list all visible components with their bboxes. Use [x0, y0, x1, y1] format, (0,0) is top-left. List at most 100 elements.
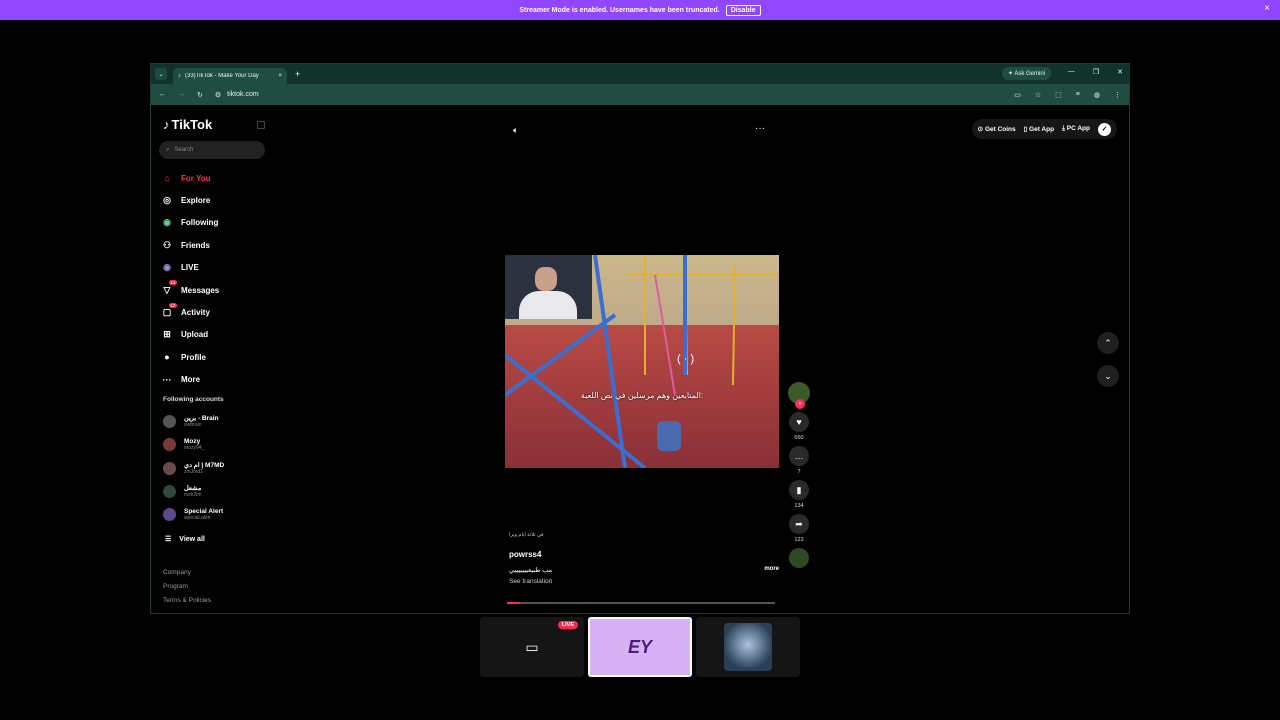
- collapse-sidebar-icon[interactable]: [257, 121, 265, 129]
- banner-close-icon[interactable]: ×: [1264, 3, 1270, 14]
- pc-app-label: PC App: [1066, 125, 1090, 132]
- comment-action[interactable]: … 7: [785, 446, 813, 475]
- selected-thumbnail[interactable]: EY: [588, 617, 692, 677]
- nav-item-activity[interactable]: ▢ 17 Activity: [161, 301, 271, 323]
- account-item[interactable]: مشعل msh2lm: [163, 480, 273, 503]
- forward-icon[interactable]: →: [178, 91, 185, 98]
- more-icon: ···: [162, 374, 172, 385]
- tab-close-icon[interactable]: ×: [278, 73, 282, 79]
- minimize-icon[interactable]: —: [1068, 68, 1075, 76]
- heart-icon[interactable]: ♥: [789, 412, 809, 432]
- see-translation-link[interactable]: See translation: [509, 578, 779, 585]
- comment-icon[interactable]: …: [789, 446, 809, 466]
- nav-item-for-you[interactable]: ⌂ For You: [161, 167, 271, 189]
- next-video-icon[interactable]: ⌄: [1097, 365, 1119, 387]
- video-small-text: في ثلاثة ايام وبرا: [509, 532, 544, 538]
- more-options-icon[interactable]: ···: [755, 123, 765, 134]
- back-icon[interactable]: ←: [159, 91, 166, 98]
- install-app-icon[interactable]: ▭: [1014, 91, 1021, 99]
- get-app-button[interactable]: ▯ Get App: [1024, 125, 1054, 133]
- comment-count: 7: [797, 469, 801, 475]
- sidebar: ♪ TikTok ⌕ Search ⌂ For You ◎ Explore ◉ Fol…: [151, 105, 273, 613]
- nav-item-following[interactable]: ◉ Following: [161, 212, 271, 234]
- account-item[interactable]: Mozy mozy94_: [163, 433, 273, 456]
- get-coins-button[interactable]: ⊙ Get Coins: [978, 125, 1016, 133]
- activity-badge: 17: [168, 302, 177, 308]
- previous-video-icon[interactable]: ⌃: [1097, 332, 1119, 354]
- video-info: في ثلاثة ايام وبرا powrss4 مب طبيعيييييي…: [509, 532, 779, 585]
- account-item[interactable]: Special Alert special.alert: [163, 503, 273, 526]
- more-link[interactable]: more: [764, 566, 779, 574]
- account-name: مشعل: [184, 485, 202, 493]
- follow-plus-icon[interactable]: +: [795, 399, 805, 409]
- window-close-icon[interactable]: ✕: [1117, 68, 1123, 76]
- bottom-thumbnails: ▭ LIVE EY: [480, 617, 800, 677]
- search-input[interactable]: ⌕ Search: [159, 141, 265, 159]
- nav-item-profile[interactable]: ● Profile: [161, 346, 271, 368]
- account-username: owbrain: [184, 422, 202, 429]
- nav-item-messages[interactable]: ▽ 14 Messages: [161, 279, 271, 301]
- media-icon[interactable]: ≡: [1076, 91, 1080, 99]
- restore-icon[interactable]: ❐: [1093, 68, 1099, 76]
- footer-link-terms[interactable]: Terms & Policies: [163, 594, 211, 608]
- save-action[interactable]: ▮ 134: [785, 480, 813, 509]
- nav-item-upload[interactable]: ⊞ Upload: [161, 324, 271, 346]
- following-accounts-list: برين - Brain owbrain Mozy mozy94_ ام دي | …: [163, 410, 273, 526]
- nav-item-friends[interactable]: ⚇ Friends: [161, 234, 271, 256]
- address-bar[interactable]: ⚙ tiktok.com: [215, 91, 259, 99]
- friends-icon: ⚇: [162, 239, 172, 250]
- live-thumbnail[interactable]: ▭ LIVE: [480, 617, 584, 677]
- footer-link-company[interactable]: Company: [163, 566, 211, 580]
- nav-label: LIVE: [181, 263, 199, 273]
- player-hand: [657, 421, 681, 451]
- creator-avatar[interactable]: +: [788, 382, 810, 409]
- like-action[interactable]: ♥ 660: [785, 412, 813, 441]
- ask-gemini-button[interactable]: ✦ Ask Gemini: [1001, 67, 1051, 80]
- video-description: مب طبيعيييييييي: [509, 567, 553, 574]
- sidebar-footer: Company Program Terms & Policies: [163, 566, 211, 608]
- reload-icon[interactable]: ↻: [197, 91, 203, 99]
- volume-icon[interactable]: 🔈︎: [513, 125, 518, 136]
- artwork-thumbnail[interactable]: [696, 617, 800, 677]
- messages-badge: 14: [168, 280, 177, 286]
- view-all-label: View all: [179, 535, 205, 543]
- nav-item-explore[interactable]: ◎ Explore: [161, 189, 271, 211]
- profile-avatar-icon[interactable]: ◍: [1094, 91, 1100, 99]
- live-icon: ◉: [163, 262, 171, 273]
- bookmark-icon[interactable]: ▮: [789, 480, 809, 500]
- account-username: special.alert: [184, 515, 211, 522]
- account-item[interactable]: برين - Brain owbrain: [163, 410, 273, 433]
- video-username[interactable]: powrss4: [509, 550, 779, 559]
- home-icon: ⌂: [164, 173, 170, 184]
- share-action[interactable]: ➦ 123: [785, 514, 813, 543]
- video-progress-bar[interactable]: [507, 602, 775, 604]
- browser-menu-icon[interactable]: ⋮: [1114, 91, 1121, 99]
- nav-item-live[interactable]: ◉ LIVE: [161, 257, 271, 279]
- share-icon[interactable]: ➦: [789, 514, 809, 534]
- disable-button[interactable]: Disable: [725, 4, 761, 16]
- view-all-button[interactable]: ☰ View all: [165, 535, 205, 544]
- footer-link-program[interactable]: Program: [163, 580, 211, 594]
- nav-item-more[interactable]: ··· More: [161, 369, 271, 391]
- activity-icon: ▢ 17: [161, 302, 177, 319]
- browser-tab[interactable]: ♪ (33)TikTok - Make Your Day ×: [173, 68, 287, 84]
- tab-search-icon[interactable]: ⌄: [155, 68, 167, 80]
- monitor-icon: ▭: [525, 638, 539, 655]
- avatar: [163, 415, 176, 429]
- streamer-mode-banner: Streamer Mode is enabled. Usernames have…: [0, 0, 1280, 20]
- account-username: zmJmd1: [184, 468, 203, 475]
- profile-status-icon[interactable]: ✓: [1098, 122, 1111, 136]
- avatar: [163, 438, 176, 452]
- progress-fill: [507, 602, 521, 604]
- extensions-icon[interactable]: ⬚: [1055, 91, 1062, 99]
- account-item[interactable]: ام دي | M7MD zmJmd1: [163, 457, 273, 480]
- new-tab-icon[interactable]: +: [295, 69, 300, 79]
- music-disc-icon[interactable]: [789, 548, 809, 568]
- site-info-icon[interactable]: ⚙: [215, 91, 221, 99]
- tiktok-logo[interactable]: ♪ TikTok: [163, 117, 212, 132]
- video-player[interactable]: ( · ) المتابعين وهم مرسلين في نص اللعبة:: [505, 255, 779, 468]
- search-icon: ⌕: [166, 146, 170, 153]
- pc-app-button[interactable]: ⤓ PC App: [1062, 125, 1090, 133]
- save-count: 134: [794, 503, 804, 509]
- bookmark-star-icon[interactable]: ☆: [1035, 91, 1041, 99]
